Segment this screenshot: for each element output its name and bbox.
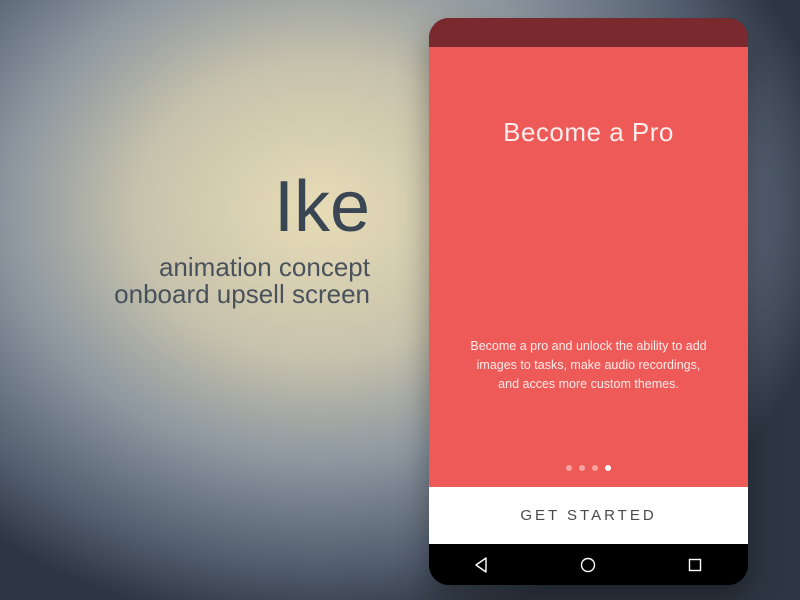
pager-dot[interactable]: [566, 465, 572, 471]
page-indicator: [429, 465, 748, 471]
promo-title: Ike: [114, 170, 370, 246]
get-started-button[interactable]: GET STARTED: [429, 487, 748, 544]
promo-line-2: onboard upsell screen: [114, 281, 370, 308]
back-triangle-icon: [473, 556, 491, 574]
pager-dot[interactable]: [592, 465, 598, 471]
android-navbar: [429, 544, 748, 585]
status-bar: [429, 18, 748, 47]
nav-home-button[interactable]: [548, 556, 628, 574]
pager-dot[interactable]: [579, 465, 585, 471]
promo-block: Ike animation concept onboard upsell scr…: [114, 170, 370, 308]
upsell-panel[interactable]: Become a Pro Become a pro and unlock the…: [429, 47, 748, 487]
nav-back-button[interactable]: [442, 556, 522, 574]
recents-square-icon: [686, 556, 704, 574]
nav-recents-button[interactable]: [655, 556, 735, 574]
stage: Ike animation concept onboard upsell scr…: [0, 0, 800, 600]
upsell-headline: Become a Pro: [429, 47, 748, 148]
upsell-body: Become a pro and unlock the ability to a…: [429, 337, 748, 393]
cta-label: GET STARTED: [520, 507, 656, 524]
home-circle-icon: [579, 556, 597, 574]
pager-dot-active[interactable]: [605, 465, 611, 471]
promo-line-1: animation concept: [114, 254, 370, 281]
phone-frame: Become a Pro Become a pro and unlock the…: [429, 18, 748, 585]
